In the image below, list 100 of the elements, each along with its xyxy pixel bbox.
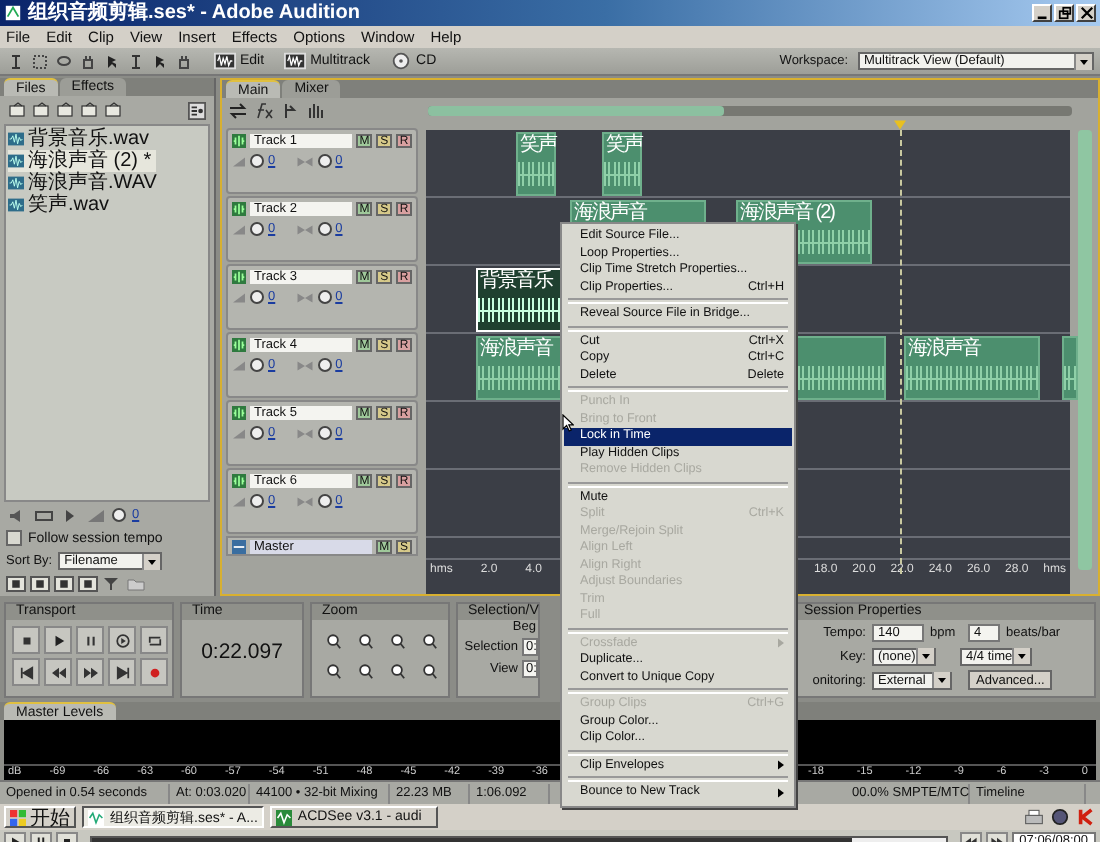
volume-knob[interactable] [250, 358, 264, 372]
tool-button[interactable] [102, 51, 122, 71]
k-logo-icon[interactable] [1076, 808, 1096, 826]
pan-knob[interactable] [317, 494, 332, 508]
view-button[interactable] [6, 576, 26, 592]
hand-icon [176, 53, 192, 69]
go-to-end-button[interactable] [108, 658, 136, 686]
pan-icon [295, 291, 314, 303]
go-to-start-button[interactable] [12, 658, 40, 686]
submenu-arrow-icon [778, 638, 784, 649]
audio-clip[interactable] [1062, 336, 1078, 400]
send-icon[interactable] [280, 101, 300, 119]
track-icon [232, 134, 246, 148]
audio-file-icon [8, 198, 24, 212]
volume-icon [232, 291, 246, 303]
track-icon [232, 270, 246, 284]
play-to-end-button[interactable] [108, 626, 136, 654]
bars-icon[interactable] [306, 101, 326, 119]
tool-button[interactable] [126, 51, 146, 71]
volume-knob[interactable] [250, 290, 264, 304]
audio-clip[interactable]: 笑声 [516, 132, 556, 196]
pan-knob[interactable] [317, 222, 332, 236]
pan-knob[interactable] [317, 358, 332, 372]
close-button[interactable] [1076, 4, 1096, 22]
tool-button[interactable] [30, 51, 50, 71]
mouse-pointer-icon [562, 414, 574, 432]
submenu-arrow-icon [778, 760, 784, 771]
app-icon [4, 4, 22, 22]
picture-icon [275, 809, 292, 825]
audio-clip[interactable]: 海浪声音 [904, 336, 1040, 400]
pointer-icon [152, 53, 168, 69]
effects-icon[interactable] [254, 101, 274, 119]
swap-arrows-icon[interactable] [228, 101, 248, 119]
waveform-icon [284, 52, 307, 70]
clip-label: 海浪声音 [480, 340, 552, 360]
magnifier-icon [356, 631, 374, 649]
caret-icon [1074, 53, 1092, 69]
pan-knob[interactable] [317, 426, 332, 440]
play-to-end-icon [113, 633, 131, 647]
view-button[interactable] [30, 576, 50, 592]
rewind-button[interactable] [44, 658, 72, 686]
filter-icon[interactable] [102, 576, 122, 592]
pan-knob[interactable] [317, 154, 332, 168]
tool-button[interactable] [54, 51, 74, 71]
loop-button[interactable] [140, 626, 168, 654]
volume-ramp-icon [86, 507, 106, 523]
scroll-bar[interactable] [1078, 130, 1092, 570]
pan-knob[interactable] [317, 290, 332, 304]
list-entry[interactable]: 背景音乐.wav [8, 128, 154, 150]
clip-label: 笑声 [606, 136, 642, 156]
file-icon[interactable] [80, 102, 100, 118]
volume-knob[interactable] [250, 154, 264, 168]
clip-label: 笑声 [520, 136, 556, 156]
tool-button[interactable] [78, 51, 98, 71]
pointer-icon [104, 53, 120, 69]
tool-button[interactable] [174, 51, 194, 71]
volume-knob[interactable] [250, 426, 264, 440]
audio-file-icon [8, 132, 24, 146]
hand-icon [80, 53, 96, 69]
visible-range-handle[interactable] [428, 105, 725, 115]
globe-icon[interactable] [1050, 808, 1070, 826]
stop-button[interactable] [12, 626, 40, 654]
volume-knob[interactable] [250, 494, 264, 508]
play-button[interactable] [44, 626, 72, 654]
list-entry[interactable]: 海浪声音.WAV [8, 172, 161, 194]
pan-icon [295, 427, 314, 439]
go-to-start-icon [17, 665, 35, 679]
pan-icon [295, 359, 314, 371]
loop-icon[interactable] [34, 507, 54, 523]
track-icon [232, 474, 246, 488]
waveform-icon [214, 52, 236, 70]
tool-button[interactable] [6, 51, 26, 71]
volume-knob[interactable] [250, 222, 264, 236]
magnifier-icon [388, 661, 406, 679]
file-icon[interactable] [56, 102, 76, 118]
close-icon [1079, 6, 1093, 20]
list-entry[interactable]: 海浪声音 (2) * [8, 150, 156, 172]
square-icon [58, 578, 70, 590]
tool-button[interactable] [150, 51, 170, 71]
window-title: 组织音频剪辑.ses* - Adobe Audition [28, 0, 360, 26]
track-icon [232, 338, 246, 352]
checkbox[interactable] [6, 530, 22, 546]
restore-button[interactable] [1054, 4, 1074, 22]
magnifier-icon [420, 631, 438, 649]
audio-clip[interactable]: 笑声 [602, 132, 642, 196]
fast-forward-button[interactable] [76, 658, 104, 686]
pan-icon [295, 223, 314, 235]
printer-icon[interactable] [1024, 808, 1044, 826]
volume-knob[interactable] [112, 508, 126, 522]
playhead-marker-icon[interactable] [894, 120, 906, 130]
list-view-icon[interactable] [188, 101, 206, 119]
record-button[interactable] [140, 658, 168, 686]
master-icon [232, 539, 246, 553]
view-button[interactable] [78, 576, 98, 592]
file-icon[interactable] [8, 102, 28, 118]
view-button[interactable] [54, 576, 74, 592]
start-button[interactable]: 开始 [4, 806, 76, 828]
disc-icon [390, 52, 413, 70]
list-entry[interactable]: 笑声.wav [8, 194, 114, 216]
minimize-button[interactable] [1032, 4, 1052, 22]
